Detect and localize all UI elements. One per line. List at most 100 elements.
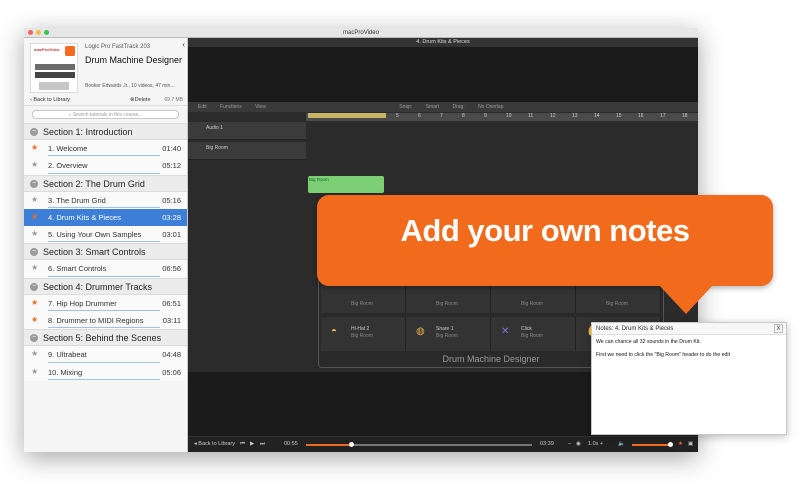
progress-underline — [48, 310, 160, 312]
close-window-button[interactable] — [28, 30, 33, 35]
notes-header: Notes: 4. Drum Kits & Pieces X — [592, 323, 786, 335]
pad-name: Hi-Hat 2 — [351, 326, 370, 332]
close-notes-button[interactable]: X — [774, 324, 783, 333]
transport-bar: ◂ Back to Library ⏮ ▶ ⏭ 00:55 03:39 − ◉ … — [188, 436, 698, 452]
lesson-item[interactable]: ★ 2. Overview 05:12 — [24, 157, 187, 175]
lesson-item[interactable]: ★ 8. Drummer to MIDI Regions 03:11 — [24, 312, 187, 330]
ruler-number: 12 — [550, 113, 556, 119]
lesson-item[interactable]: ★ 1. Welcome 01:40 — [24, 140, 187, 158]
note-line-1[interactable]: We can chance all 32 sounds in the Drum … — [592, 337, 786, 347]
zoom-window-button[interactable] — [44, 30, 49, 35]
lesson-duration: 06:56 — [162, 264, 181, 274]
collapse-section-icon[interactable]: − — [30, 334, 38, 343]
collapse-section-icon[interactable]: − — [30, 128, 38, 136]
transport-back-link[interactable]: ◂ Back to Library — [194, 441, 235, 447]
volume-slider[interactable] — [632, 444, 670, 446]
progress-slider[interactable] — [306, 444, 532, 446]
collapse-section-icon[interactable]: − — [30, 179, 38, 188]
favorite-star-icon[interactable]: ★ — [31, 298, 38, 307]
course-author: Booker Edwards Jr., 10 videos, 47 min... — [85, 83, 175, 89]
skip-forward-icon[interactable]: ⏭ — [260, 441, 265, 448]
minimize-window-button[interactable] — [36, 30, 41, 35]
course-series: Logic Pro FastTrack 203 — [85, 44, 151, 50]
lesson-title: 8. Drummer to MIDI Regions — [48, 316, 144, 326]
progress-underline — [48, 172, 160, 174]
drum-pad-icon: ◓ — [331, 326, 338, 337]
favorite-star-icon[interactable]: ★ — [31, 315, 38, 324]
progress-knob[interactable] — [349, 442, 355, 447]
lesson-item[interactable]: ★ 10. Mixing 05:06 — [24, 363, 187, 381]
snap-label: Snap: — [399, 104, 413, 110]
progress-underline — [48, 361, 160, 363]
plus-icon[interactable]: + — [600, 441, 603, 447]
promo-callout: Add your own notes — [317, 195, 773, 286]
drum-pad: ✕ Click Big Room — [491, 317, 576, 351]
ruler-number: 7 — [440, 113, 443, 119]
lesson-item[interactable]: ★ 4. Drum Kits & Pieces 03:28 — [24, 208, 187, 227]
minus-icon[interactable]: − — [568, 441, 571, 447]
search-placeholder: Search tutorials in this course... — [72, 112, 143, 118]
window-title: macProVideo — [343, 30, 379, 36]
section-header[interactable]: − Section 1: Introduction — [24, 123, 187, 140]
collapse-section-icon[interactable]: − — [30, 248, 38, 257]
section-header[interactable]: − Section 3: Smart Controls — [24, 243, 187, 261]
lesson-title: 7. Hip Hop Drummer — [48, 298, 117, 308]
pad-kit: Big Room — [351, 333, 373, 339]
track-name-audio: Audio 1 — [206, 125, 223, 131]
lesson-item[interactable]: ★ 3. The Drum Grid 05:16 — [24, 191, 187, 209]
delete-button[interactable]: ⊗Delete — [130, 97, 151, 103]
volume-icon[interactable]: 🔈 — [618, 441, 625, 447]
skip-back-icon[interactable]: ⏮ — [240, 441, 245, 448]
ruler-number: 6 — [418, 113, 421, 119]
back-to-library-link[interactable]: ‹ Back to Library — [30, 97, 70, 103]
callout-text: Add your own notes — [400, 213, 690, 248]
drum-pad: ◍ Snare 1 Big Room — [406, 317, 491, 351]
lesson-item[interactable]: ★ 7. Hip Hop Drummer 06:51 — [24, 294, 187, 313]
note-line-2[interactable]: First we need to click the "Big Room" he… — [592, 347, 786, 360]
favorite-star-icon[interactable]: ★ — [31, 367, 38, 376]
region-label: Big Room — [309, 177, 329, 182]
section-header[interactable]: − Section 2: The Drum Grid — [24, 174, 187, 192]
section-title: Section 3: Smart Controls — [43, 247, 146, 258]
favorite-star-icon[interactable]: ★ — [31, 263, 38, 272]
favorite-star-icon[interactable]: ★ — [678, 441, 683, 447]
lesson-duration: 03:01 — [162, 230, 181, 240]
pad-name: Snare 1 — [436, 326, 454, 332]
play-icon[interactable]: ▶ — [250, 441, 254, 447]
titlebar: macProVideo — [24, 28, 698, 38]
back-to-library-label: Back to Library — [33, 97, 71, 103]
course-sidebar: macProVideo Logic Pro FastTrack 203 Drum… — [24, 38, 188, 452]
snap-value: Smart — [425, 104, 440, 110]
collapse-section-icon[interactable]: − — [30, 282, 38, 291]
favorite-star-icon[interactable]: ★ — [31, 229, 38, 238]
pad-kit: Big Room — [436, 333, 458, 339]
ruler-number: 10 — [506, 113, 512, 119]
pad-kit: Big Room — [351, 301, 373, 307]
daw-menubar: Edit Functions View Snap: Smart Drag: No… — [188, 102, 698, 112]
elapsed-time: 00:55 — [284, 441, 298, 447]
lesson-item[interactable]: ★ 9. Ultrabeat 04:48 — [24, 346, 187, 364]
thumb-bar-3 — [39, 82, 69, 90]
course-header: macProVideo Logic Pro FastTrack 203 Drum… — [24, 38, 187, 94]
favorite-star-icon[interactable]: ★ — [31, 195, 38, 204]
drum-pad: ◓ Hi-Hat 2 Big Room — [321, 317, 406, 351]
lesson-item[interactable]: ★ 6. Smart Controls 06:56 — [24, 260, 187, 278]
notes-body[interactable]: We can chance all 32 sounds in the Drum … — [592, 335, 786, 360]
favorite-star-icon[interactable]: ★ — [31, 143, 38, 152]
favorite-star-icon[interactable]: ★ — [31, 212, 38, 221]
notes-icon[interactable]: ▣ — [688, 441, 693, 447]
favorite-star-icon[interactable]: ★ — [31, 160, 38, 169]
section-header[interactable]: − Section 4: Drummer Tracks — [24, 277, 187, 295]
ruler-number: 13 — [572, 113, 578, 119]
collapse-sidebar-icon[interactable]: ‹ — [182, 40, 185, 49]
speed-value[interactable]: 1.0x — [588, 441, 598, 447]
lesson-item[interactable]: ★ 5. Using Your Own Samples 03:01 — [24, 226, 187, 244]
lesson-duration: 04:48 — [162, 350, 181, 360]
pad-name: Click — [521, 326, 532, 332]
speed-icon[interactable]: ◉ — [576, 441, 581, 447]
favorite-star-icon[interactable]: ★ — [31, 349, 38, 358]
ruler-number: 11 — [528, 113, 534, 119]
section-header[interactable]: − Section 5: Behind the Scenes — [24, 329, 187, 347]
volume-knob[interactable] — [668, 442, 673, 447]
search-input[interactable]: ⌕ Search tutorials in this course... — [32, 110, 179, 119]
